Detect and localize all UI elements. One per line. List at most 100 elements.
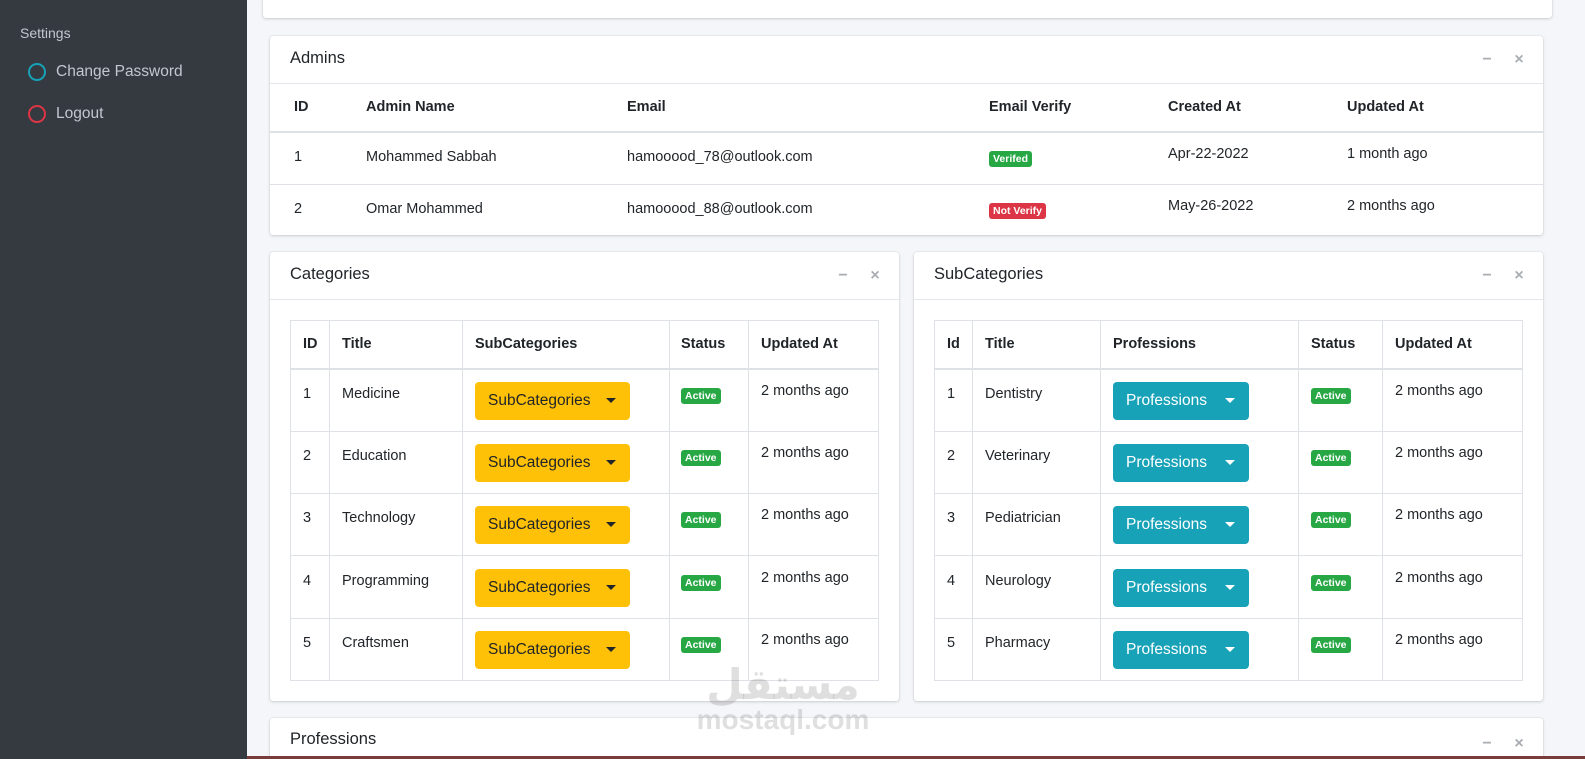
minimize-icon[interactable]: − (1471, 734, 1503, 754)
professions-dropdown-button[interactable]: Professions (1113, 631, 1249, 669)
column-header: Updated At (761, 336, 838, 352)
admin-name: Omar Mohammed (366, 201, 483, 217)
subcategory-id: 4 (947, 573, 956, 589)
admin-created: Apr-22-2022 (1168, 146, 1249, 162)
category-id: 3 (303, 510, 312, 526)
subcategory-id: 1 (947, 386, 956, 402)
column-header: ID (303, 336, 318, 352)
button-label: Professions (1126, 392, 1207, 409)
admin-name: Mohammed Sabbah (366, 149, 497, 165)
professions-dropdown-button[interactable]: Professions (1113, 382, 1249, 420)
button-label: SubCategories (488, 454, 591, 471)
button-label: Professions (1126, 641, 1207, 658)
column-header: ID (294, 99, 309, 115)
button-label: SubCategories (488, 516, 591, 533)
close-icon[interactable]: × (859, 266, 891, 286)
caret-down-icon (606, 522, 616, 527)
status-badge: Active (681, 512, 721, 528)
column-header: Status (681, 336, 726, 352)
subcategory-id: 5 (947, 635, 956, 651)
admin-created: May-26-2022 (1168, 198, 1254, 214)
admin-updated: 2 months ago (1347, 198, 1435, 214)
subcategories-dropdown-button[interactable]: SubCategories (475, 631, 630, 669)
subcategories-dropdown-button[interactable]: SubCategories (475, 444, 630, 482)
caret-down-icon (606, 460, 616, 465)
status-badge: Active (1311, 575, 1351, 591)
column-header: SubCategories (475, 336, 578, 352)
column-header: Status (1311, 336, 1356, 352)
button-label: SubCategories (488, 579, 591, 596)
subcategory-updated: 2 months ago (1395, 383, 1483, 399)
sidebar-header: Settings (20, 25, 71, 41)
category-title: Programming (342, 573, 430, 589)
subcategories-dropdown-button[interactable]: SubCategories (475, 506, 630, 544)
close-icon[interactable]: × (1503, 50, 1535, 70)
card-title: Categories (290, 265, 370, 283)
sidebar-item-change-password[interactable]: Change Password (28, 58, 183, 86)
admins-card: Admins − × ID Admin Name Email Email Ver… (270, 36, 1543, 235)
admin-updated: 1 month ago (1347, 146, 1428, 162)
subcategory-updated: 2 months ago (1395, 445, 1483, 461)
column-header: Title (985, 336, 1015, 352)
button-label: Professions (1126, 454, 1207, 471)
category-title: Education (342, 448, 407, 464)
admin-id: 2 (294, 201, 303, 217)
column-header: Updated At (1395, 336, 1472, 352)
subcategories-dropdown-button[interactable]: SubCategories (475, 569, 630, 607)
close-icon[interactable]: × (1503, 266, 1535, 286)
subcategory-title: Pharmacy (985, 635, 1051, 651)
watermark-arabic: مستقل (706, 661, 860, 708)
admin-email: hamooood_78@outlook.com (627, 149, 813, 165)
subcategory-title: Neurology (985, 573, 1052, 589)
close-icon[interactable]: × (1503, 734, 1535, 754)
category-id: 2 (303, 448, 312, 464)
status-badge: Active (681, 450, 721, 466)
sidebar-item-label: Change Password (56, 63, 183, 80)
circle-outline-icon (28, 105, 46, 123)
subcategories-dropdown-button[interactable]: SubCategories (475, 382, 630, 420)
button-label: SubCategories (488, 641, 591, 658)
status-badge: Active (681, 388, 721, 404)
professions-dropdown-button[interactable]: Professions (1113, 569, 1249, 607)
professions-dropdown-button[interactable]: Professions (1113, 444, 1249, 482)
status-badge: Active (1311, 637, 1351, 653)
previous-card (263, 0, 1552, 18)
caret-down-icon (1225, 522, 1235, 527)
category-updated: 2 months ago (761, 383, 849, 399)
minimize-icon[interactable]: − (827, 266, 859, 286)
status-badge: Active (681, 575, 721, 591)
circle-outline-icon (28, 63, 46, 81)
subcategory-title: Veterinary (985, 448, 1051, 464)
column-header: Updated At (1347, 99, 1424, 115)
category-id: 4 (303, 573, 312, 589)
subcategory-updated: 2 months ago (1395, 507, 1483, 523)
status-badge: Active (1311, 450, 1351, 466)
category-updated: 2 months ago (761, 632, 849, 648)
column-header: Title (342, 336, 372, 352)
professions-dropdown-button[interactable]: Professions (1113, 506, 1249, 544)
subcategory-updated: 2 months ago (1395, 632, 1483, 648)
card-header: Admins − × (270, 36, 1543, 84)
minimize-icon[interactable]: − (1471, 266, 1503, 286)
card-header: SubCategories − × (914, 252, 1543, 300)
category-updated: 2 months ago (761, 507, 849, 523)
subcategories-card: SubCategories − × Id Title Professions S… (914, 252, 1543, 701)
category-updated: 2 months ago (761, 445, 849, 461)
category-title: Medicine (342, 386, 401, 402)
card-header: Professions − × (270, 718, 1543, 759)
button-label: SubCategories (488, 392, 591, 409)
sidebar-item-logout[interactable]: Logout (28, 100, 103, 128)
subcategory-updated: 2 months ago (1395, 570, 1483, 586)
caret-down-icon (606, 585, 616, 590)
sidebar-item-label: Logout (56, 105, 104, 122)
minimize-icon[interactable]: − (1471, 50, 1503, 70)
subcategory-title: Pediatrician (985, 510, 1061, 526)
card-header: Categories − × (270, 252, 899, 300)
card-title: SubCategories (934, 265, 1044, 283)
status-badge: Active (681, 637, 721, 653)
status-badge: Active (1311, 388, 1351, 404)
column-header: Id (947, 336, 960, 352)
category-id: 5 (303, 635, 312, 651)
sidebar: Settings Change Password Logout (0, 0, 247, 759)
caret-down-icon (1225, 585, 1235, 590)
